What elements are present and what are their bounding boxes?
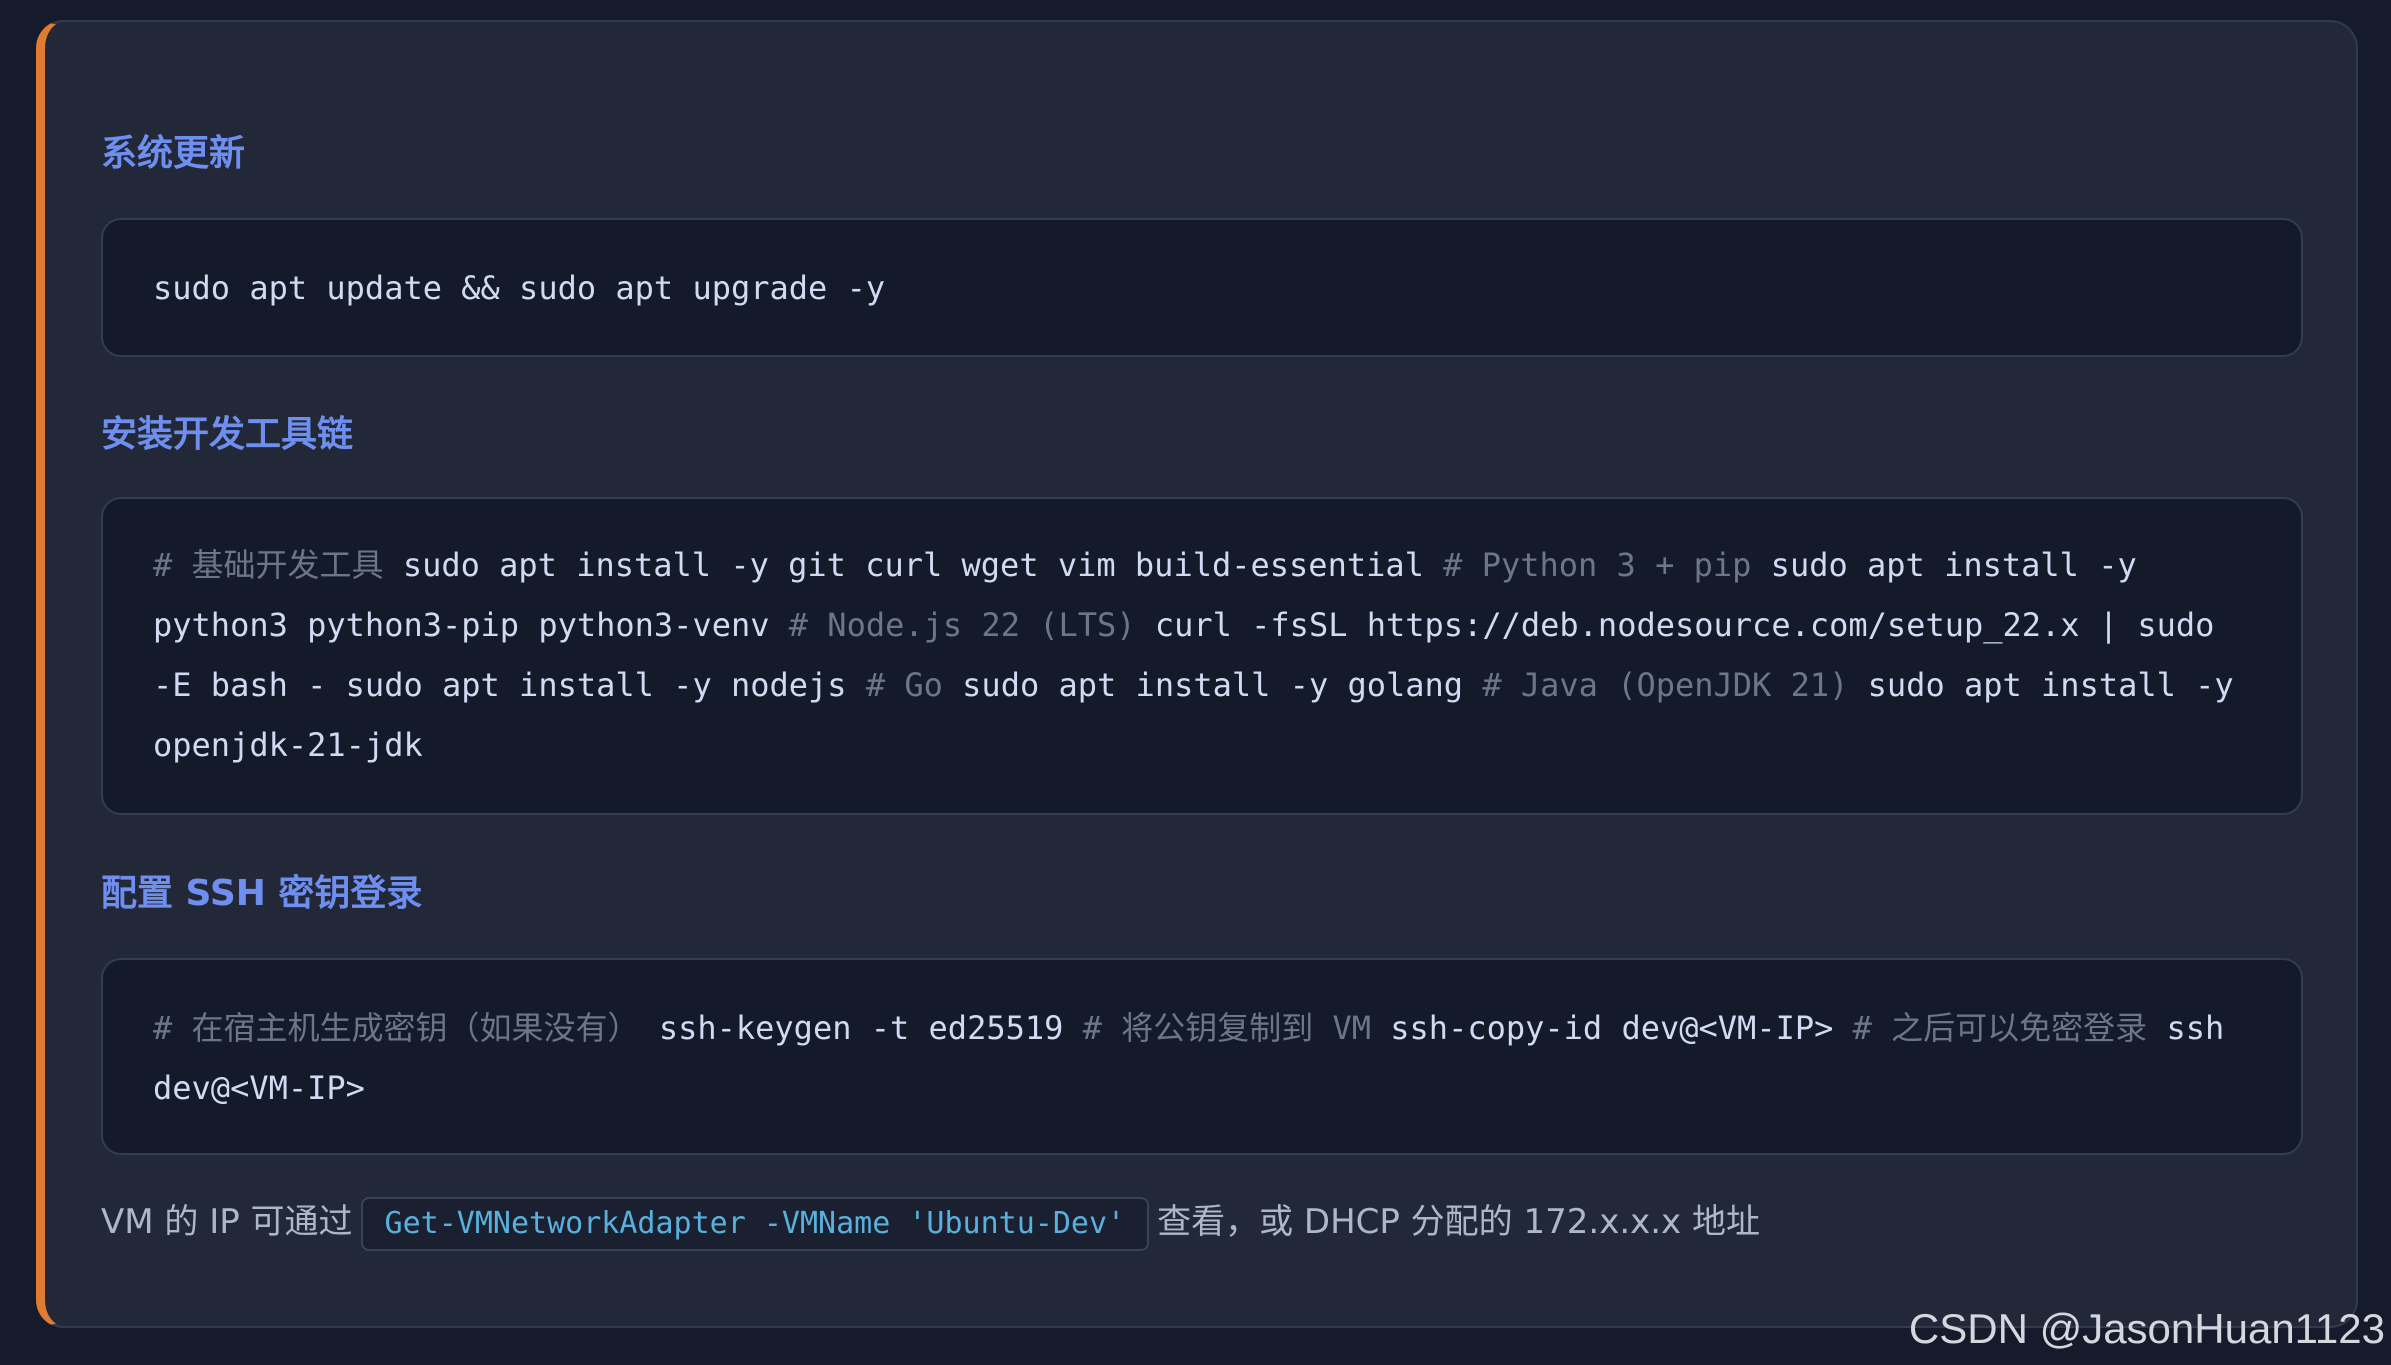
code-block-ssh-key-login[interactable]: # 在宿主机生成密钥（如果没有） ssh-keygen -t ed25519 #… xyxy=(101,958,2303,1155)
code-comment: # Node.js 22 (LTS) xyxy=(788,606,1155,644)
ip-note-prefix: VM 的 IP 可通过 xyxy=(101,1202,353,1242)
code-comment: # 将公钥复制到 VM xyxy=(1082,1009,1391,1047)
section-title-install-toolchain: 安装开发工具链 xyxy=(101,414,354,455)
section-title-ssh-key-login: 配置 SSH 密钥登录 xyxy=(101,873,423,914)
code-block-system-update[interactable]: sudo apt update && sudo apt upgrade -y xyxy=(101,218,2303,357)
code-comment: # Python 3 + pip xyxy=(1443,546,1771,584)
ip-note: VM 的 IP 可通过 Get-VMNetworkAdapter -VMName … xyxy=(101,1194,1760,1251)
code-comment: # Go xyxy=(865,666,963,704)
csdn-watermark: CSDN @JasonHuan1123 xyxy=(1908,1305,2385,1352)
ip-note-suffix: 查看，或 DHCP 分配的 172.x.x.x 地址 xyxy=(1157,1202,1760,1242)
code-comment: # 基础开发工具 xyxy=(153,546,403,584)
code-comment: # 之后可以免密登录 xyxy=(1852,1009,2167,1047)
code-comment: # Java (OpenJDK 21) xyxy=(1482,666,1868,704)
section-title-system-update: 系统更新 xyxy=(101,133,246,174)
code-comment: # 在宿主机生成密钥（如果没有） xyxy=(153,1009,659,1047)
code-command: ssh-keygen -t ed25519 xyxy=(658,1009,1083,1047)
code-command: sudo apt install -y golang xyxy=(962,666,1483,704)
code-command: sudo apt install -y git curl wget vim bu… xyxy=(402,546,1444,584)
code-block-install-toolchain[interactable]: # 基础开发工具 sudo apt install -y git curl wg… xyxy=(101,497,2303,815)
code-command: ssh-copy-id dev@<VM-IP> xyxy=(1390,1009,1853,1047)
code-command: sudo apt update && sudo apt upgrade -y xyxy=(153,269,886,307)
ip-note-inline-code[interactable]: Get-VMNetworkAdapter -VMName 'Ubuntu-Dev… xyxy=(360,1196,1150,1251)
